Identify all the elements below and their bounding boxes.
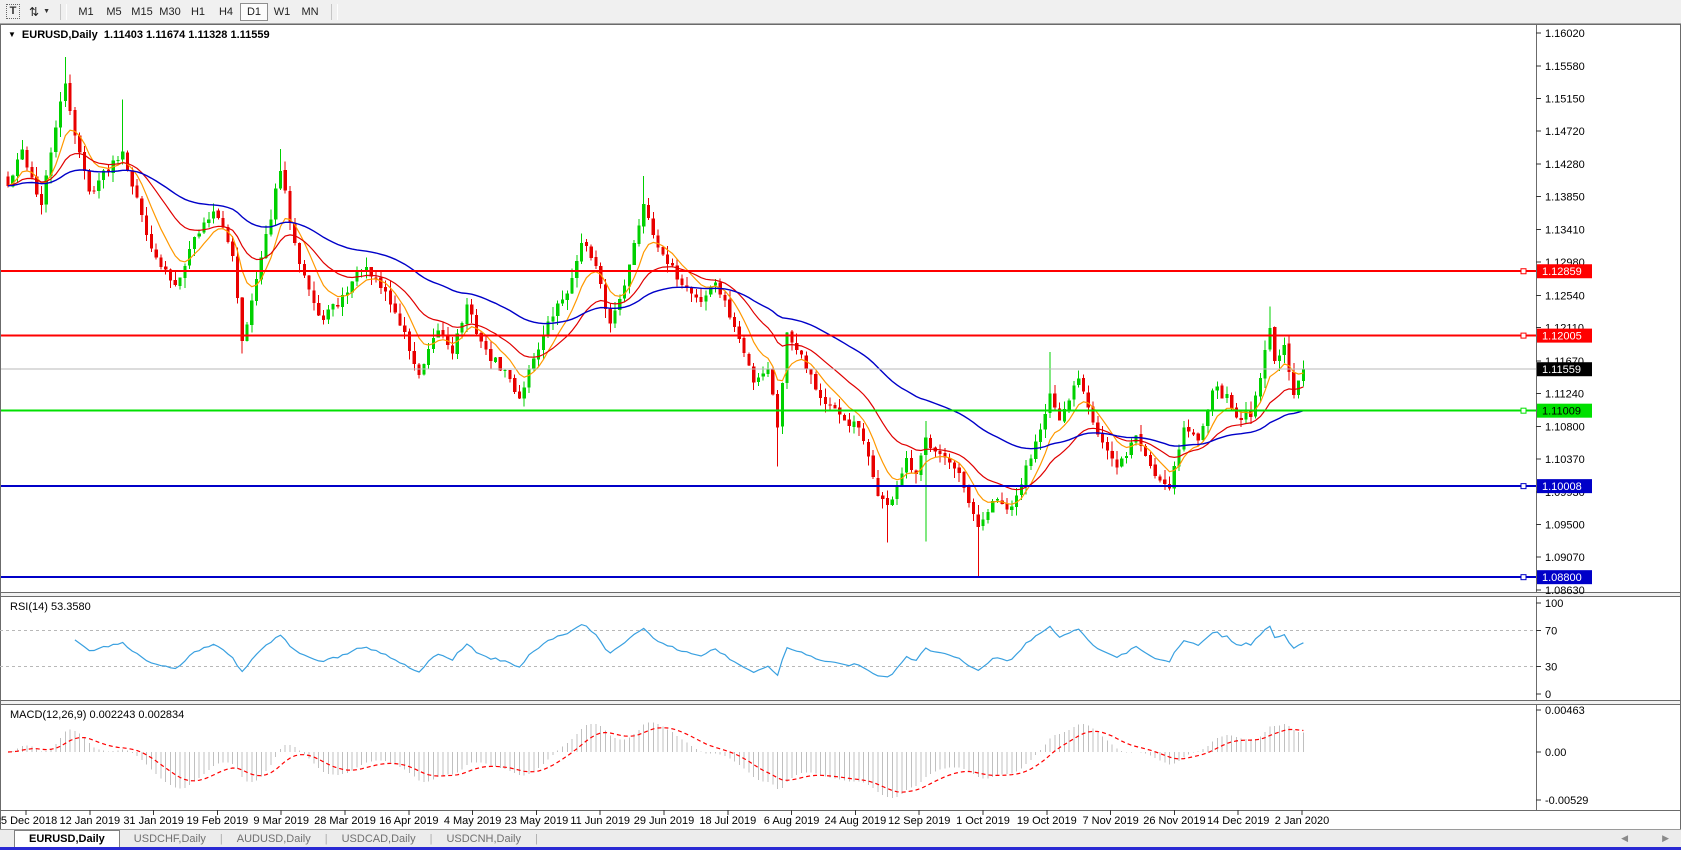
svg-text:19 Oct 2019: 19 Oct 2019: [1017, 815, 1077, 827]
chart-tabs: EURUSD,Daily USDCHF,Daily | AUDUSD,Daily | US…: [0, 830, 538, 847]
timeframe-button-m15[interactable]: M15: [128, 3, 156, 21]
toolbar: T ⇅ ▼ M1 M5 M15 M30 H1 H4 D1 W1 MN: [0, 0, 1681, 24]
svg-text:-0.00529: -0.00529: [1545, 795, 1588, 807]
timeframe-button-m5[interactable]: M5: [100, 3, 128, 21]
svg-text:23 May 2019: 23 May 2019: [505, 815, 569, 827]
price-chart[interactable]: 1.16020 1.15580 1.15150 1.14720 1.14280 1.138…: [0, 24, 1681, 829]
svg-text:1.12859: 1.12859: [1542, 266, 1582, 278]
tab-scroll-left-icon[interactable]: ◀: [1621, 833, 1628, 844]
svg-text:1.13410: 1.13410: [1545, 225, 1585, 237]
svg-text:1.14280: 1.14280: [1545, 159, 1585, 171]
svg-text:16 Apr 2019: 16 Apr 2019: [379, 815, 438, 827]
svg-text:1.11559: 1.11559: [1542, 364, 1581, 376]
chart-tab-usdchf[interactable]: USDCHF,Daily: [120, 830, 220, 847]
svg-text:1.10008: 1.10008: [1542, 481, 1582, 493]
toolbar-grip[interactable]: [60, 3, 67, 20]
svg-text:24 Aug 2019: 24 Aug 2019: [825, 815, 887, 827]
svg-text:1.15580: 1.15580: [1545, 61, 1585, 73]
arrows-icon: ⇅: [29, 4, 40, 19]
svg-text:1.08630: 1.08630: [1545, 585, 1585, 597]
svg-text:4 May 2019: 4 May 2019: [444, 815, 501, 827]
pane-splitter-macd[interactable]: [1, 701, 1680, 704]
svg-text:30: 30: [1545, 662, 1557, 674]
timeframe-button-d1[interactable]: D1: [240, 2, 268, 21]
chart-tab-usdcad[interactable]: USDCAD,Daily: [328, 830, 430, 847]
resistance-line-handle[interactable]: [1520, 268, 1527, 275]
svg-text:1.16020: 1.16020: [1545, 28, 1585, 40]
svg-text:12 Jan 2019: 12 Jan 2019: [60, 815, 121, 827]
svg-text:26 Nov 2019: 26 Nov 2019: [1143, 815, 1205, 827]
svg-text:1.08800: 1.08800: [1542, 572, 1582, 584]
support-line-handle[interactable]: [1520, 483, 1527, 490]
svg-text:12 Sep 2019: 12 Sep 2019: [888, 815, 950, 827]
svg-text:11 Jun 2019: 11 Jun 2019: [570, 815, 630, 827]
svg-text:100: 100: [1545, 598, 1563, 610]
resistance-line-handle[interactable]: [1520, 332, 1527, 339]
svg-text:7 Nov 2019: 7 Nov 2019: [1082, 815, 1138, 827]
svg-text:1.13850: 1.13850: [1545, 192, 1585, 204]
chart-tab-bar: EURUSD,Daily USDCHF,Daily | AUDUSD,Daily | US…: [0, 829, 1681, 847]
tab-separator: |: [535, 832, 538, 845]
svg-text:1.11240: 1.11240: [1545, 388, 1584, 400]
support-line-handle[interactable]: [1520, 574, 1527, 581]
timeframe-toolbar: M1 M5 M15 M30 H1 H4 D1 W1 MN: [72, 2, 324, 21]
svg-text:1.10370: 1.10370: [1545, 454, 1585, 466]
svg-text:25 Dec 2018: 25 Dec 2018: [0, 815, 57, 827]
svg-text:29 Jun 2019: 29 Jun 2019: [634, 815, 695, 827]
timeframe-button-w1[interactable]: W1: [268, 3, 296, 21]
svg-text:1.12005: 1.12005: [1542, 331, 1582, 343]
chart-window[interactable]: 1.16020 1.15580 1.15150 1.14720 1.14280 1.138…: [0, 24, 1681, 829]
cursor-arrows-tool-button[interactable]: ⇅ ▼: [28, 2, 51, 22]
svg-text:18 Jul 2019: 18 Jul 2019: [699, 815, 756, 827]
svg-text:1.10800: 1.10800: [1545, 421, 1585, 433]
svg-text:14 Dec 2019: 14 Dec 2019: [1207, 815, 1269, 827]
chart-tab-audusd[interactable]: AUDUSD,Daily: [223, 830, 325, 847]
svg-text:2 Jan 2020: 2 Jan 2020: [1275, 815, 1329, 827]
svg-text:1.09500: 1.09500: [1545, 519, 1585, 531]
svg-text:1.15150: 1.15150: [1545, 94, 1585, 106]
svg-text:31 Jan 2019: 31 Jan 2019: [123, 815, 184, 827]
timeframe-button-m1[interactable]: M1: [72, 3, 100, 21]
tab-scroll-right-icon[interactable]: ▶: [1662, 833, 1669, 844]
svg-text:1.09070: 1.09070: [1545, 552, 1585, 564]
pane-splitter-rsi[interactable]: [1, 593, 1680, 596]
svg-text:1 Oct 2019: 1 Oct 2019: [956, 815, 1010, 827]
dropdown-caret-icon[interactable]: ▼: [43, 8, 50, 15]
timeframe-button-m30[interactable]: M30: [156, 3, 184, 21]
svg-text:0.00: 0.00: [1545, 747, 1566, 759]
mt4-window: T ⇅ ▼ M1 M5 M15 M30 H1 H4 D1 W1 MN 1.16020 1.1558…: [0, 0, 1681, 850]
svg-text:28 Mar 2019: 28 Mar 2019: [314, 815, 376, 827]
svg-text:9 Mar 2019: 9 Mar 2019: [253, 815, 309, 827]
collapse-caret-icon[interactable]: ▼: [8, 30, 16, 39]
chart-tab-eurusd[interactable]: EURUSD,Daily: [14, 830, 120, 847]
svg-text:1.14720: 1.14720: [1545, 126, 1585, 138]
toolbar-grip-2[interactable]: [331, 3, 338, 20]
timeframe-button-h4[interactable]: H4: [212, 3, 240, 21]
text-tool-icon: T: [5, 4, 21, 19]
chart-title: ▼ EURUSD,Daily 1.11403 1.11674 1.11328 1.…: [8, 29, 270, 41]
chart-tab-usdcnh[interactable]: USDCNH,Daily: [432, 830, 535, 847]
svg-text:6 Aug 2019: 6 Aug 2019: [764, 815, 820, 827]
svg-text:19 Feb 2019: 19 Feb 2019: [187, 815, 249, 827]
tab-scroll-arrows: ◀ ▶: [1621, 830, 1669, 847]
timeframe-button-mn[interactable]: MN: [296, 3, 324, 21]
chart-title-ohlc: 1.11403 1.11674 1.11328 1.11559: [103, 29, 270, 41]
rsi-indicator-label: RSI(14) 53.3580: [10, 601, 91, 613]
macd-indicator-label: MACD(12,26,9) 0.002243 0.002834: [10, 709, 185, 721]
svg-text:1.12540: 1.12540: [1545, 290, 1585, 302]
text-tool-button[interactable]: T: [2, 2, 24, 22]
svg-text:0: 0: [1545, 689, 1551, 701]
support-line-handle[interactable]: [1520, 407, 1527, 414]
chart-title-symbol: EURUSD,Daily: [21, 29, 98, 41]
chart-background: [0, 24, 1681, 829]
svg-text:70: 70: [1545, 625, 1557, 637]
svg-text:0.00463: 0.00463: [1545, 705, 1585, 717]
timeframe-button-h1[interactable]: H1: [184, 3, 212, 21]
svg-text:1.11009: 1.11009: [1542, 406, 1581, 418]
